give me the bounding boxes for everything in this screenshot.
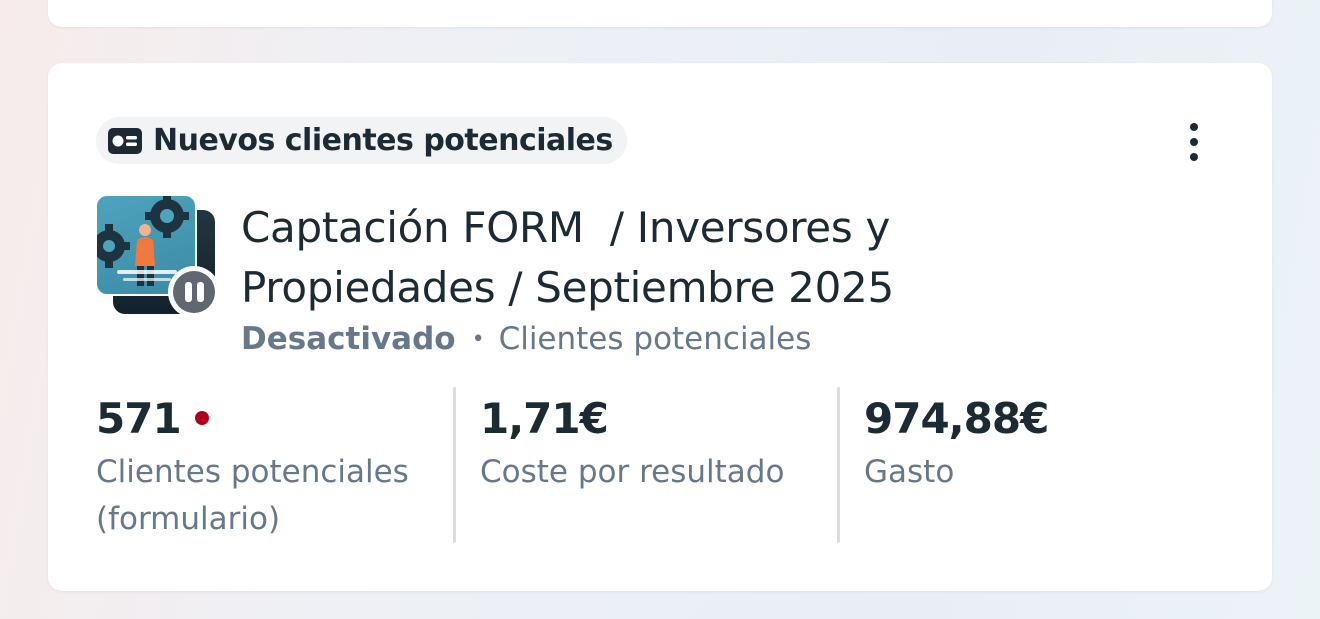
campaign-name[interactable]: Captación FORM / Inversores y Propiedade… xyxy=(241,198,1021,318)
metric-value: 1,71€ xyxy=(480,393,609,443)
separator-dot: • xyxy=(471,326,485,352)
metric-value: 974,88€ xyxy=(864,393,1049,443)
result-type-chip: Nuevos clientes potenciales xyxy=(96,117,627,164)
alert-indicator-icon xyxy=(194,411,209,425)
more-vertical-icon xyxy=(1190,123,1198,131)
campaign-objective: Clientes potenciales xyxy=(498,321,812,357)
pause-icon xyxy=(173,271,215,313)
metrics-row: 571 Clientes potenciales (formulario) 1,… xyxy=(96,387,1226,543)
metric-divider xyxy=(837,387,840,543)
lead-form-icon xyxy=(108,127,142,154)
campaign-card[interactable]: Nuevos clientes potenciales Captación FO… xyxy=(48,63,1272,591)
metric-cost-per-result[interactable]: 1,71€ Coste por resultado xyxy=(480,387,837,543)
status-badge xyxy=(168,266,220,318)
campaign-status-line: Desactivado • Clientes potenciales xyxy=(241,321,811,357)
metric-divider xyxy=(453,387,456,543)
metric-label: Gasto xyxy=(864,454,955,490)
result-type-label: Nuevos clientes potenciales xyxy=(153,123,613,158)
metric-spend[interactable]: 974,88€ Gasto xyxy=(864,387,1221,543)
ad-thumbnail[interactable] xyxy=(95,194,220,318)
metric-leads[interactable]: 571 Clientes potenciales (formulario) xyxy=(96,387,453,543)
metric-value: 571 xyxy=(96,393,182,443)
metric-label: Coste por resultado xyxy=(480,454,785,490)
more-options-button[interactable] xyxy=(1174,117,1214,167)
metric-label: Clientes potenciales (formulario) xyxy=(96,454,409,537)
delivery-status: Desactivado xyxy=(241,321,456,357)
previous-card[interactable] xyxy=(48,0,1272,27)
